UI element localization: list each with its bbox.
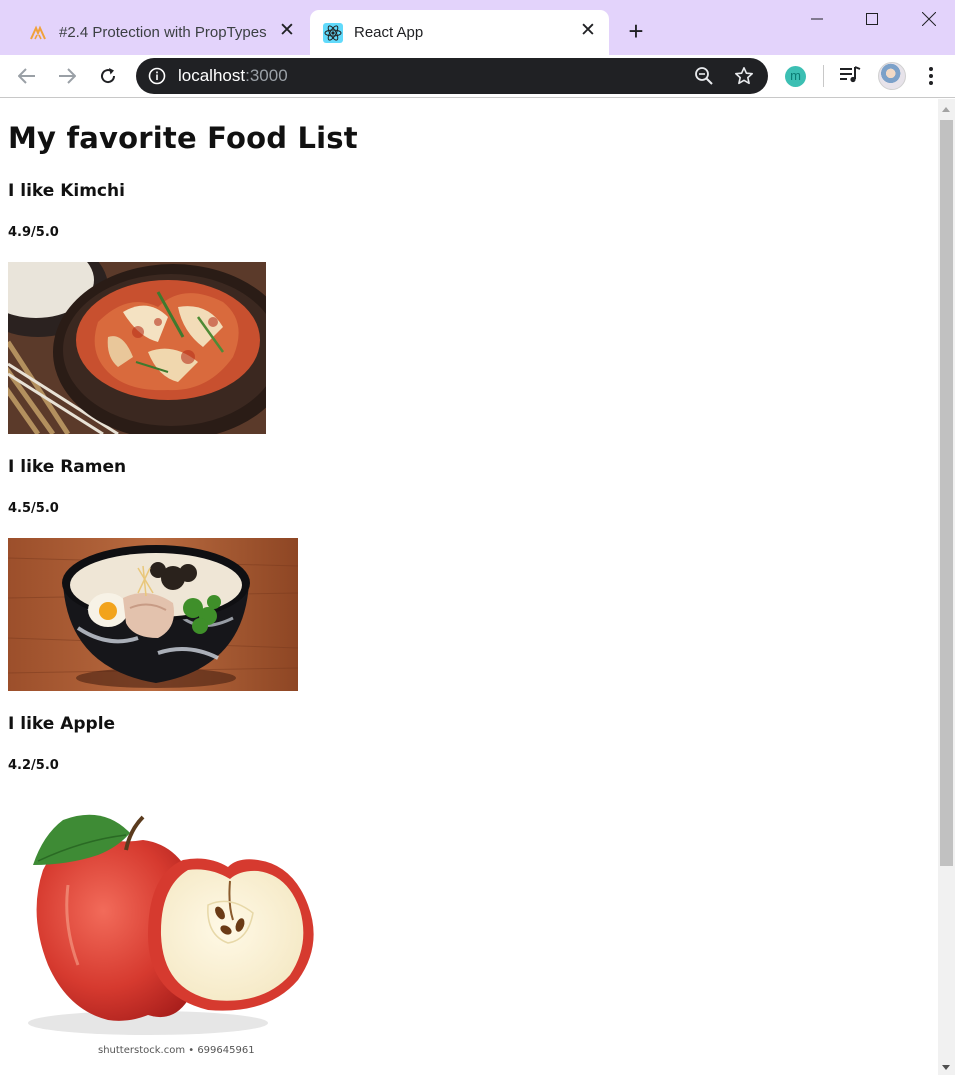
scroll-up-arrow-icon[interactable]	[942, 107, 950, 112]
forward-arrow-icon[interactable]	[55, 64, 79, 88]
kimchi-image	[8, 262, 266, 434]
media-controls-icon[interactable]	[838, 64, 862, 91]
bookmark-star-icon[interactable]	[734, 66, 754, 91]
tab-close-icon[interactable]: ✕	[579, 21, 597, 40]
site-info-icon[interactable]	[148, 67, 166, 90]
browser-menu-icon[interactable]	[921, 64, 941, 88]
food-name-ramen: I like Ramen	[8, 457, 127, 477]
browser-toolbar: localhost:3000	[0, 55, 955, 98]
ramen-image	[8, 538, 298, 691]
reload-icon[interactable]	[96, 64, 120, 88]
vertical-scrollbar[interactable]	[938, 99, 955, 1075]
new-tab-plus-icon[interactable]: +	[624, 18, 648, 44]
minimize-icon[interactable]	[802, 6, 832, 32]
food-rating-kimchi: 4.9/5.0	[8, 225, 59, 240]
tab-protection-proptypes[interactable]: #2.4 Protection with PropTypes ✕	[18, 10, 308, 55]
maximize-icon[interactable]	[857, 6, 887, 32]
url-port: :3000	[245, 66, 288, 85]
url-host: localhost	[178, 66, 246, 85]
tab-react-app[interactable]: React App ✕	[310, 10, 609, 55]
tab-strip: #2.4 Protection with PropTypes ✕ React A…	[0, 0, 955, 55]
apple-image-watermark: shutterstock.com • 699645961	[98, 1045, 255, 1056]
food-rating-ramen: 4.5/5.0	[8, 501, 59, 516]
url-text[interactable]: localhost:3000	[178, 66, 288, 86]
extension-m-icon[interactable]: m	[785, 66, 806, 87]
nomad-logo-icon	[28, 23, 48, 43]
window-close-icon[interactable]	[914, 6, 944, 32]
react-logo-icon	[323, 22, 343, 43]
address-bar[interactable]: localhost:3000	[136, 58, 768, 94]
page-title: My favorite Food List	[8, 121, 358, 155]
food-name-kimchi: I like Kimchi	[8, 181, 125, 201]
apple-image: shutterstock.com • 699645961	[8, 795, 328, 1065]
tab-close-icon[interactable]: ✕	[278, 21, 296, 40]
toolbar-divider	[823, 65, 824, 87]
food-name-apple: I like Apple	[8, 714, 116, 734]
page-viewport: My favorite Food List I like Kimchi 4.9/…	[0, 99, 938, 1075]
scroll-down-arrow-icon[interactable]	[942, 1065, 950, 1070]
scrollbar-thumb[interactable]	[940, 120, 953, 866]
food-rating-apple: 4.2/5.0	[8, 758, 59, 773]
profile-avatar[interactable]	[878, 62, 906, 90]
tab-title: React App	[354, 24, 424, 41]
back-arrow-icon[interactable]	[15, 64, 39, 88]
tab-title: #2.4 Protection with PropTypes	[59, 24, 267, 41]
zoom-icon[interactable]	[694, 66, 714, 91]
